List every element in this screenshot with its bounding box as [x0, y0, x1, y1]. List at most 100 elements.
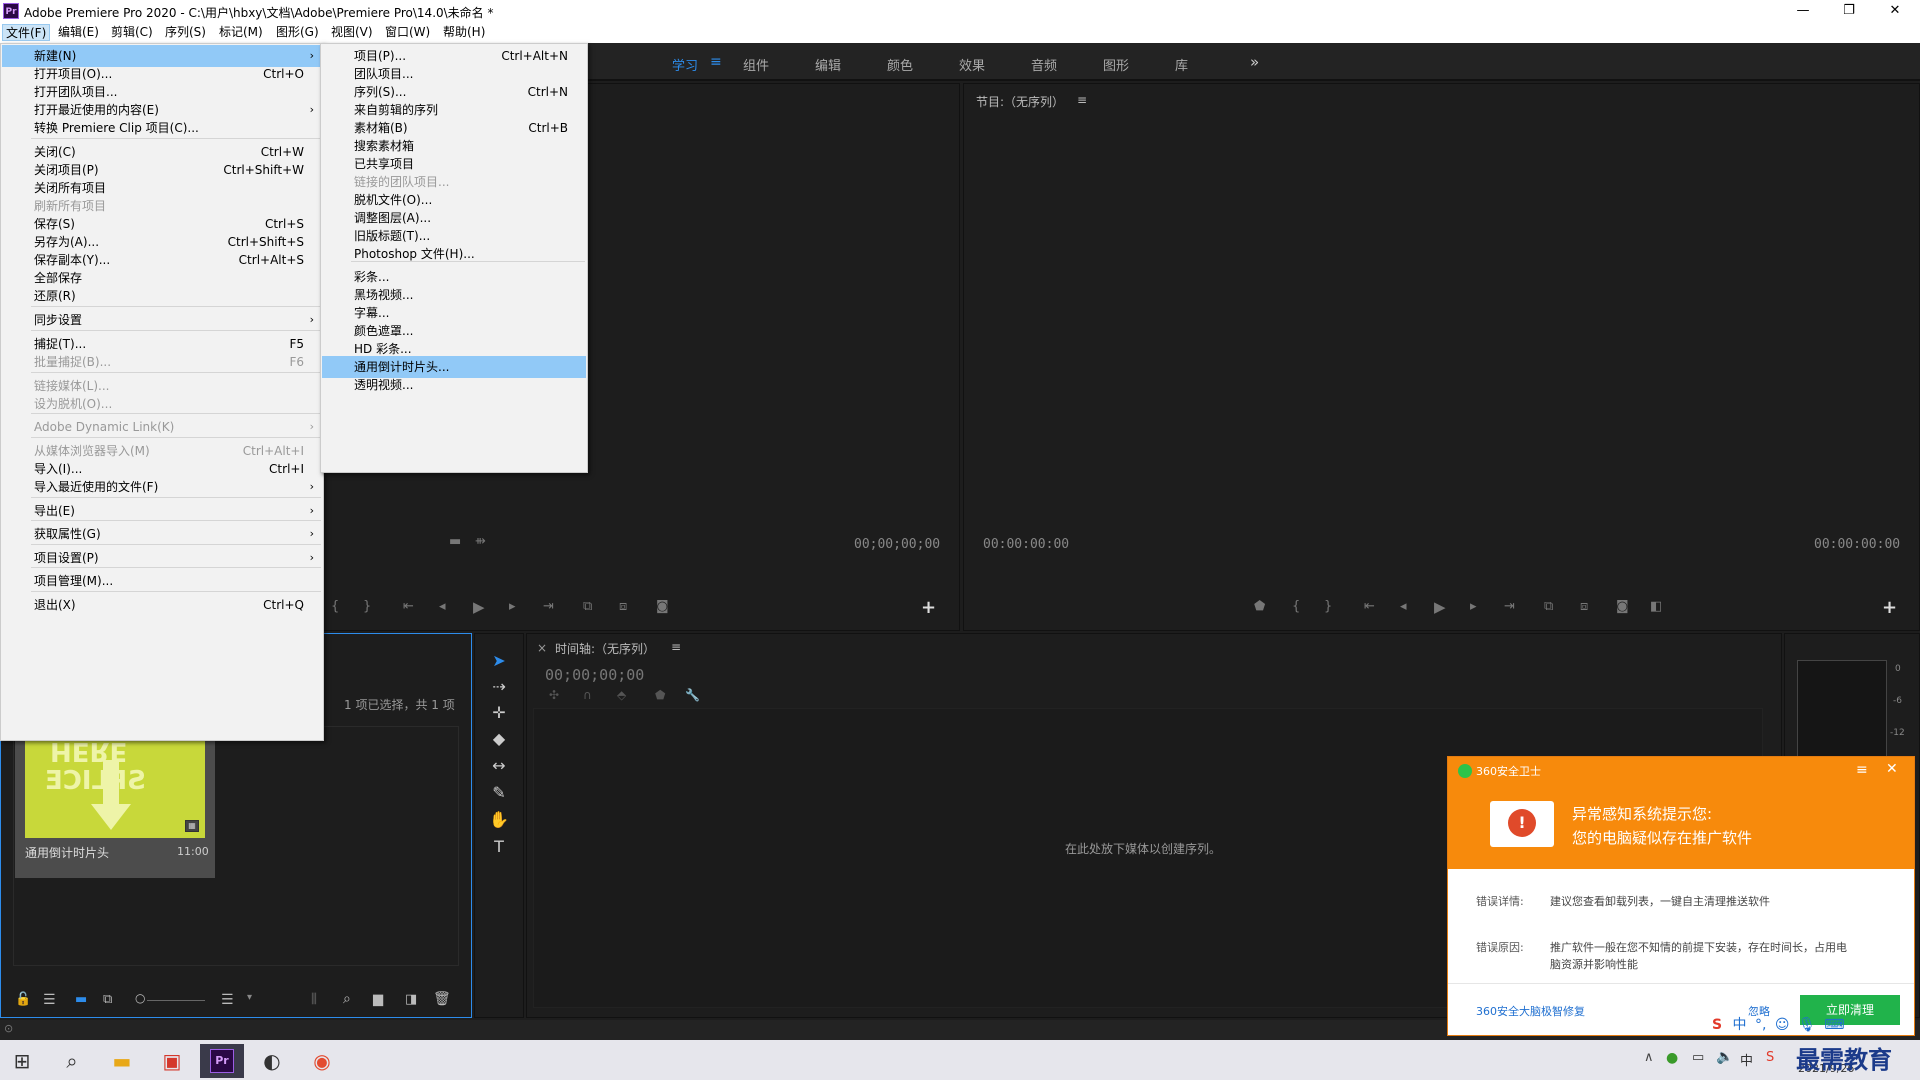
tray-chevron-icon[interactable]: ∧ [1644, 1050, 1654, 1065]
chrome-icon[interactable]: ◉ [300, 1044, 344, 1078]
lock-icon[interactable]: 🔓 [15, 992, 31, 1007]
ripple-edit-tool-icon[interactable]: ✛ [484, 703, 514, 727]
file-menu-item[interactable]: 获取属性(G) › [2, 523, 322, 545]
track-select-tool-icon[interactable]: ⇢ [484, 677, 514, 701]
pen-tool-icon[interactable]: ✎ [484, 783, 514, 807]
clip-thumbnail-card[interactable]: HERE SPLICE ▦ 通用倒计时片头 11:00 [15, 728, 215, 878]
safe-margins-icon[interactable]: ▬ [449, 534, 461, 549]
source-add-button-icon[interactable]: + [921, 597, 936, 618]
sort-icon[interactable]: ☰ [221, 992, 234, 1008]
workspace-tab-learn[interactable]: 学习 [672, 55, 698, 74]
file-menu-item[interactable]: 退出(X) Ctrl+Q [2, 594, 322, 616]
tray-360-icon[interactable]: ● [1666, 1050, 1678, 1066]
snap-icon[interactable]: ✣ [549, 688, 559, 702]
workspace-tab-graphics[interactable]: 图形 [1103, 55, 1129, 74]
voice-icon[interactable]: 🎙 [1798, 1017, 1816, 1033]
lift-icon[interactable]: ⧉ [1544, 599, 1553, 614]
chevron-down-icon[interactable]: ▾ [247, 992, 252, 1003]
insert-icon[interactable]: ⇻ [475, 534, 486, 549]
add-marker-icon[interactable]: ⬘ [617, 688, 626, 702]
popup-menu-icon[interactable]: ≡ [1856, 762, 1868, 778]
ime-mode-icon[interactable]: 中 [1733, 1017, 1747, 1033]
go-to-out-icon[interactable]: ⇥ [543, 599, 554, 614]
new-submenu-item[interactable]: 透明视频... [322, 374, 586, 396]
close-button[interactable]: ✕ [1872, 0, 1918, 22]
play-icon[interactable]: ▶ [473, 598, 485, 616]
mark-out-icon[interactable]: } [1324, 599, 1332, 614]
ime-indicator[interactable]: 中 [1740, 1050, 1753, 1069]
volume-icon[interactable]: 🔈 [1716, 1049, 1733, 1065]
emoji-icon[interactable]: ☺ [1775, 1017, 1790, 1033]
file-menu-item[interactable]: 项目管理(M)... [2, 570, 322, 592]
workspace-tab-editing[interactable]: 编辑 [815, 55, 841, 74]
insert-clip-icon[interactable]: ⧉ [583, 599, 592, 614]
workspace-menu-icon[interactable]: ≡ [710, 54, 722, 70]
popup-close-icon[interactable]: ✕ [1886, 761, 1898, 777]
minimize-button[interactable]: — [1780, 0, 1826, 22]
menu-marker[interactable]: 标记(M) [216, 24, 266, 41]
workspace-more-icon[interactable]: » [1250, 53, 1259, 71]
step-back-icon[interactable]: ◂ [439, 599, 446, 614]
automate-icon[interactable]: ⫼ [311, 992, 317, 1007]
file-explorer-icon[interactable]: ▬ [100, 1044, 144, 1078]
marker-icon[interactable]: ⬟ [655, 688, 665, 702]
selection-tool-icon[interactable]: ➤ [484, 651, 514, 675]
icon-view-icon[interactable]: ▬ [75, 992, 87, 1007]
zoom-slider-track[interactable] [147, 1000, 205, 1001]
workspace-tab-audio[interactable]: 音频 [1031, 55, 1057, 74]
timeline-timecode[interactable]: 00;00;00;00 [545, 666, 644, 684]
freeform-view-icon[interactable]: ⧉ [103, 992, 112, 1007]
file-menu-item[interactable]: 导入最近使用的文件(F) › [2, 476, 322, 498]
export-frame-icon[interactable]: ◙ [1616, 599, 1629, 614]
mark-in-icon[interactable]: { [331, 599, 339, 614]
hand-tool-icon[interactable]: ✋ [484, 810, 514, 834]
trash-icon[interactable]: 🗑 [433, 991, 451, 1007]
go-to-in-icon[interactable]: ⇤ [403, 599, 414, 614]
go-to-out-icon[interactable]: ⇥ [1504, 599, 1515, 614]
workspace-tab-assembly[interactable]: 组件 [743, 55, 769, 74]
sogou-tray-icon[interactable]: S [1766, 1050, 1774, 1065]
comparison-view-icon[interactable]: ◧ [1650, 599, 1662, 614]
menu-edit[interactable]: 编辑(E) [55, 24, 102, 41]
menu-sequence[interactable]: 序列(S) [162, 24, 209, 41]
file-menu-item[interactable]: 项目设置(P) › [2, 547, 322, 569]
program-add-button-icon[interactable]: + [1882, 597, 1897, 618]
export-frame-icon[interactable]: ◙ [656, 599, 669, 614]
mark-out-icon[interactable]: } [363, 599, 371, 614]
mark-in-icon[interactable]: { [1292, 599, 1300, 614]
file-menu-item[interactable]: 还原(R) [2, 285, 322, 307]
step-back-icon[interactable]: ◂ [1400, 599, 1407, 614]
slip-tool-icon[interactable]: ↔ [484, 756, 514, 780]
search-icon[interactable]: ⌕ [343, 991, 351, 1007]
search-icon[interactable]: ⌕ [50, 1044, 94, 1078]
menu-help[interactable]: 帮助(H) [440, 24, 488, 41]
menu-window[interactable]: 窗口(W) [382, 24, 433, 41]
menu-file[interactable]: 文件(F) [2, 24, 51, 41]
play-icon[interactable]: ▶ [1434, 598, 1446, 616]
popup-link[interactable]: 360安全大脑极智修复 [1476, 1003, 1585, 1019]
file-menu-item[interactable]: 导出(E) › [2, 500, 322, 522]
go-to-in-icon[interactable]: ⇤ [1364, 599, 1375, 614]
new-bin-icon[interactable]: ▆ [373, 992, 383, 1007]
extract-icon[interactable]: ⧈ [1580, 599, 1588, 614]
timeline-close-icon[interactable]: × [537, 641, 547, 655]
step-forward-icon[interactable]: ▸ [509, 599, 516, 614]
media-player-icon[interactable]: ◐ [250, 1044, 294, 1078]
new-submenu-item[interactable]: Photoshop 文件(H)... [322, 243, 586, 265]
step-forward-icon[interactable]: ▸ [1470, 599, 1477, 614]
network-icon[interactable]: ▭ [1692, 1050, 1704, 1065]
restore-button[interactable]: ❐ [1826, 0, 1872, 22]
type-tool-icon[interactable]: T [484, 837, 514, 861]
wrench-icon[interactable]: 🔧 [685, 688, 700, 702]
workspace-tab-effects[interactable]: 效果 [959, 55, 985, 74]
windows-start-icon[interactable]: ⊞ [0, 1044, 44, 1078]
zoom-slider-handle[interactable]: ○ [135, 991, 145, 1005]
add-marker-icon[interactable]: ⬟ [1254, 599, 1265, 614]
workspace-tab-color[interactable]: 颜色 [887, 55, 913, 74]
menu-graphics[interactable]: 图形(G) [273, 24, 322, 41]
new-item-icon[interactable]: ◨ [405, 992, 417, 1007]
app-360-icon[interactable]: ▣ [150, 1044, 194, 1078]
razor-tool-icon[interactable]: ◆ [484, 729, 514, 753]
timeline-menu-icon[interactable]: ≡ [671, 640, 681, 654]
program-menu-icon[interactable]: ≡ [1077, 93, 1087, 107]
